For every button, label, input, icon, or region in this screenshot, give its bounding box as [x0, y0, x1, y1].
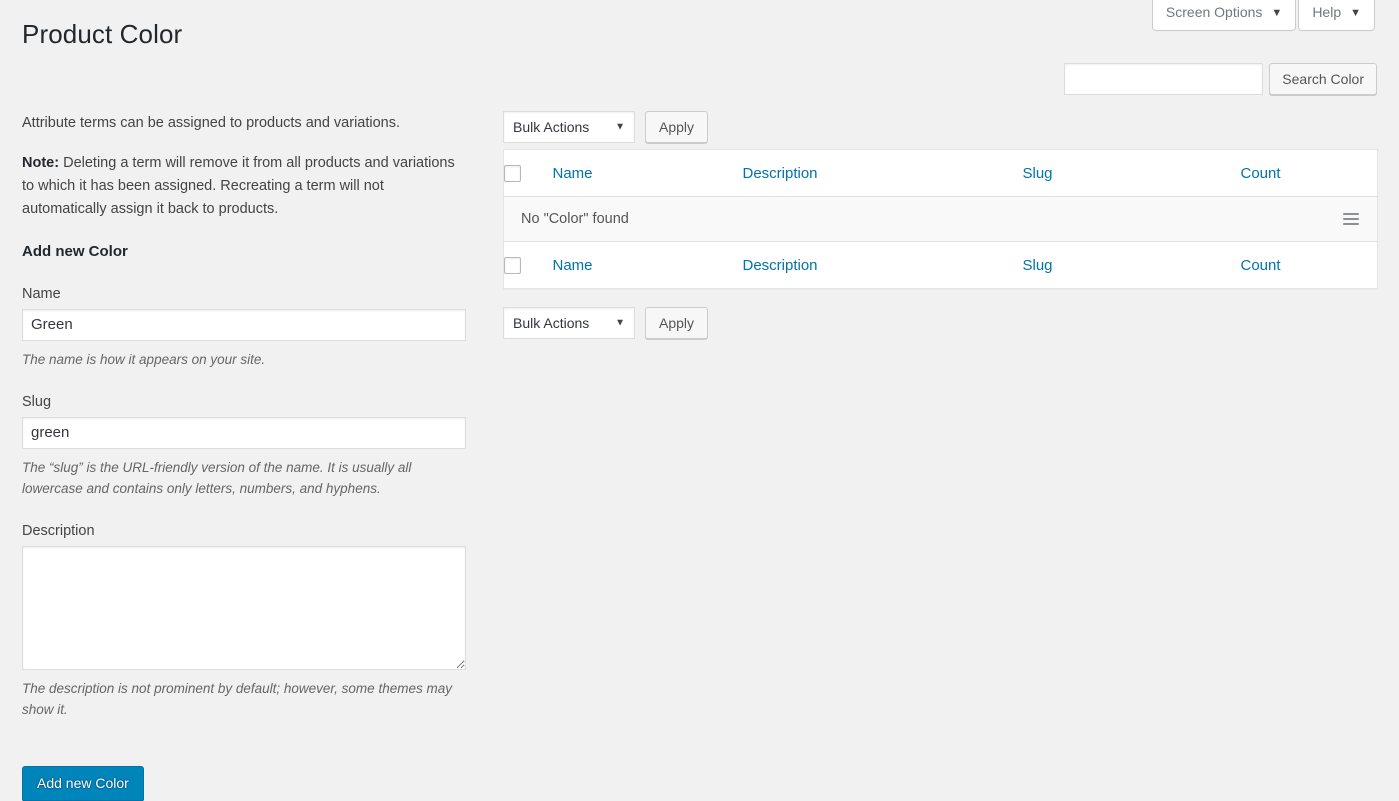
column-footer-description: Description: [743, 242, 1023, 289]
list-icon-bar: [1343, 218, 1359, 220]
slug-field-label: Slug: [22, 394, 466, 410]
select-all-checkbox[interactable]: [504, 165, 521, 182]
no-items-message: No "Color" found: [521, 211, 629, 227]
search-color-button[interactable]: Search Color: [1269, 63, 1377, 95]
sort-by-description-link[interactable]: Description: [743, 165, 818, 182]
chevron-down-icon: ▼: [1350, 8, 1361, 19]
column-footer-count: Count: [1241, 242, 1378, 289]
select-all-footer: [504, 242, 553, 289]
sort-by-count-link-footer[interactable]: Count: [1241, 257, 1281, 274]
help-label: Help: [1312, 3, 1341, 21]
chevron-down-icon: ▼: [1271, 8, 1282, 19]
sort-by-slug-link[interactable]: Slug: [1023, 165, 1053, 182]
screen-options-button[interactable]: Screen Options ▼: [1152, 0, 1296, 31]
sort-by-name-link-footer[interactable]: Name: [553, 257, 593, 274]
description-textarea[interactable]: [22, 546, 466, 670]
name-input[interactable]: [22, 309, 466, 341]
note-body: Deleting a term will remove it from all …: [22, 155, 455, 217]
add-term-form-panel: Attribute terms can be assigned to produ…: [22, 112, 466, 801]
terms-table-foot: Name Description Slug Count: [504, 242, 1378, 289]
sort-by-count-link[interactable]: Count: [1241, 165, 1281, 182]
search-input[interactable]: [1064, 63, 1263, 95]
name-field-help: The name is how it appears on your site.: [22, 349, 466, 370]
note-text: Note: Deleting a term will remove it fro…: [22, 152, 466, 220]
column-header-description: Description: [743, 150, 1023, 197]
sort-by-name-link[interactable]: Name: [553, 165, 593, 182]
add-new-color-heading: Add new Color: [22, 243, 466, 260]
column-header-name: Name: [553, 150, 743, 197]
bulk-actions-select-wrap-top: Bulk Actions ▼: [503, 111, 635, 143]
intro-text: Attribute terms can be assigned to produ…: [22, 112, 466, 134]
column-header-count: Count: [1241, 150, 1378, 197]
slug-field-group: Slug The “slug” is the URL-friendly vers…: [22, 394, 466, 499]
note-label: Note:: [22, 155, 59, 171]
tablenav-top: Bulk Actions ▼ Apply: [503, 105, 1377, 149]
bulk-actions-select-wrap-bottom: Bulk Actions ▼: [503, 307, 635, 339]
slug-input[interactable]: [22, 417, 466, 449]
bulk-actions-select-bottom[interactable]: Bulk Actions: [503, 307, 635, 339]
bulk-actions-select-top[interactable]: Bulk Actions: [503, 111, 635, 143]
help-button[interactable]: Help ▼: [1298, 0, 1375, 31]
sort-by-slug-link-footer[interactable]: Slug: [1023, 257, 1053, 274]
list-view-icon[interactable]: [1343, 213, 1359, 225]
no-items-cell: No "Color" found: [504, 197, 1378, 242]
table-header-row: Name Description Slug Count: [504, 150, 1378, 197]
no-items-row: No "Color" found: [504, 197, 1378, 242]
description-field-help: The description is not prominent by defa…: [22, 678, 466, 720]
screen-options-label: Screen Options: [1166, 3, 1263, 21]
list-icon-bar: [1343, 223, 1359, 225]
table-footer-row: Name Description Slug Count: [504, 242, 1378, 289]
terms-table-body: No "Color" found: [504, 197, 1378, 242]
column-footer-slug: Slug: [1023, 242, 1241, 289]
search-form: Search Color: [1064, 63, 1377, 95]
name-field-group: Name The name is how it appears on your …: [22, 286, 466, 370]
page-title: Product Color: [22, 18, 182, 52]
select-all-header: [504, 150, 553, 197]
terms-table-head: Name Description Slug Count: [504, 150, 1378, 197]
list-icon-bar: [1343, 213, 1359, 215]
description-field-group: Description The description is not promi…: [22, 523, 466, 720]
apply-button-bottom[interactable]: Apply: [645, 307, 708, 339]
name-field-label: Name: [22, 286, 466, 302]
apply-button-top[interactable]: Apply: [645, 111, 708, 143]
terms-list-table-panel: Bulk Actions ▼ Apply Name Description Sl…: [503, 105, 1377, 345]
slug-field-help: The “slug” is the URL-friendly version o…: [22, 457, 466, 499]
description-field-label: Description: [22, 523, 466, 539]
column-footer-name: Name: [553, 242, 743, 289]
screen-meta-links: Screen Options ▼ Help ▼: [1152, 0, 1375, 31]
terms-table: Name Description Slug Count No "Color" f…: [503, 149, 1378, 289]
column-header-slug: Slug: [1023, 150, 1241, 197]
tablenav-bottom: Bulk Actions ▼ Apply: [503, 301, 1377, 345]
sort-by-description-link-footer[interactable]: Description: [743, 257, 818, 274]
select-all-checkbox-footer[interactable]: [504, 257, 521, 274]
add-new-color-submit-button[interactable]: Add new Color: [22, 766, 144, 801]
